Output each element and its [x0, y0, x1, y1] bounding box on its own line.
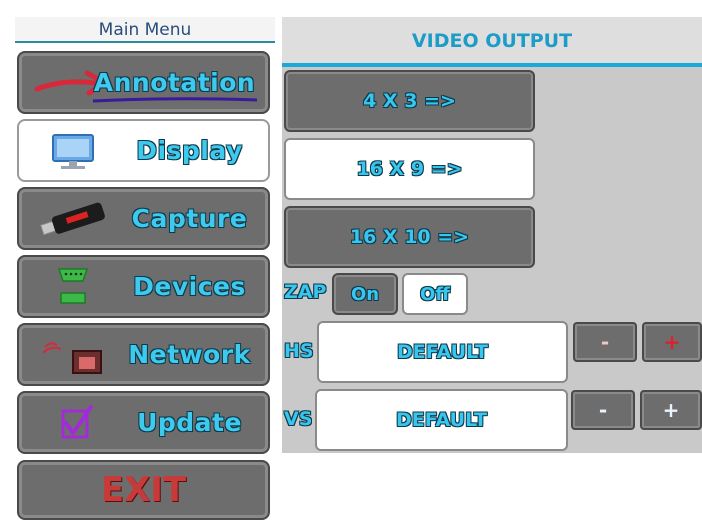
panel-title: VIDEO OUTPUT [282, 17, 702, 67]
serial-port-icon [57, 268, 89, 304]
hs-value-field[interactable]: DEFAULT [317, 321, 568, 383]
hs-plus-button[interactable]: + [642, 322, 702, 362]
menu-item-annotation[interactable]: Annotation [17, 51, 270, 114]
menu-label-display: Display [136, 136, 243, 165]
menu-item-display[interactable]: Display [17, 119, 270, 182]
zap-on-button[interactable]: On [332, 273, 398, 315]
hs-label: HS [284, 340, 314, 362]
menu-label-network: Network [128, 340, 251, 369]
menu-item-capture[interactable]: Capture [17, 187, 270, 250]
zap-off-button[interactable]: Off [402, 273, 468, 315]
aspect-4x3-button[interactable]: 4 X 3 => [284, 70, 535, 132]
network-port-icon [42, 342, 102, 374]
vs-label: VS [284, 408, 313, 430]
menu-label-update: Update [137, 408, 242, 437]
menu-label-devices: Devices [133, 272, 246, 301]
checkbox-icon [61, 405, 93, 439]
usb-drive-icon [40, 202, 105, 236]
menu-item-devices[interactable]: Devices [17, 255, 270, 318]
exit-label: EXIT [100, 470, 187, 510]
hs-minus-button[interactable]: - [573, 322, 637, 362]
menu-label-capture: Capture [131, 204, 248, 233]
main-menu-title: Main Menu [15, 17, 275, 43]
menu-item-update[interactable]: Update [17, 391, 270, 454]
vs-plus-button[interactable]: + [640, 390, 702, 430]
aspect-16x10-button[interactable]: 16 X 10 => [284, 206, 535, 268]
exit-button[interactable]: EXIT [17, 460, 270, 520]
zap-label: ZAP [284, 281, 327, 303]
monitor-icon [52, 134, 94, 169]
vs-minus-button[interactable]: - [571, 390, 635, 430]
menu-item-network[interactable]: Network [17, 323, 270, 386]
aspect-16x9-button[interactable]: 16 X 9 => [284, 138, 535, 200]
vs-value-field[interactable]: DEFAULT [315, 389, 568, 451]
underline-mark [92, 97, 258, 103]
